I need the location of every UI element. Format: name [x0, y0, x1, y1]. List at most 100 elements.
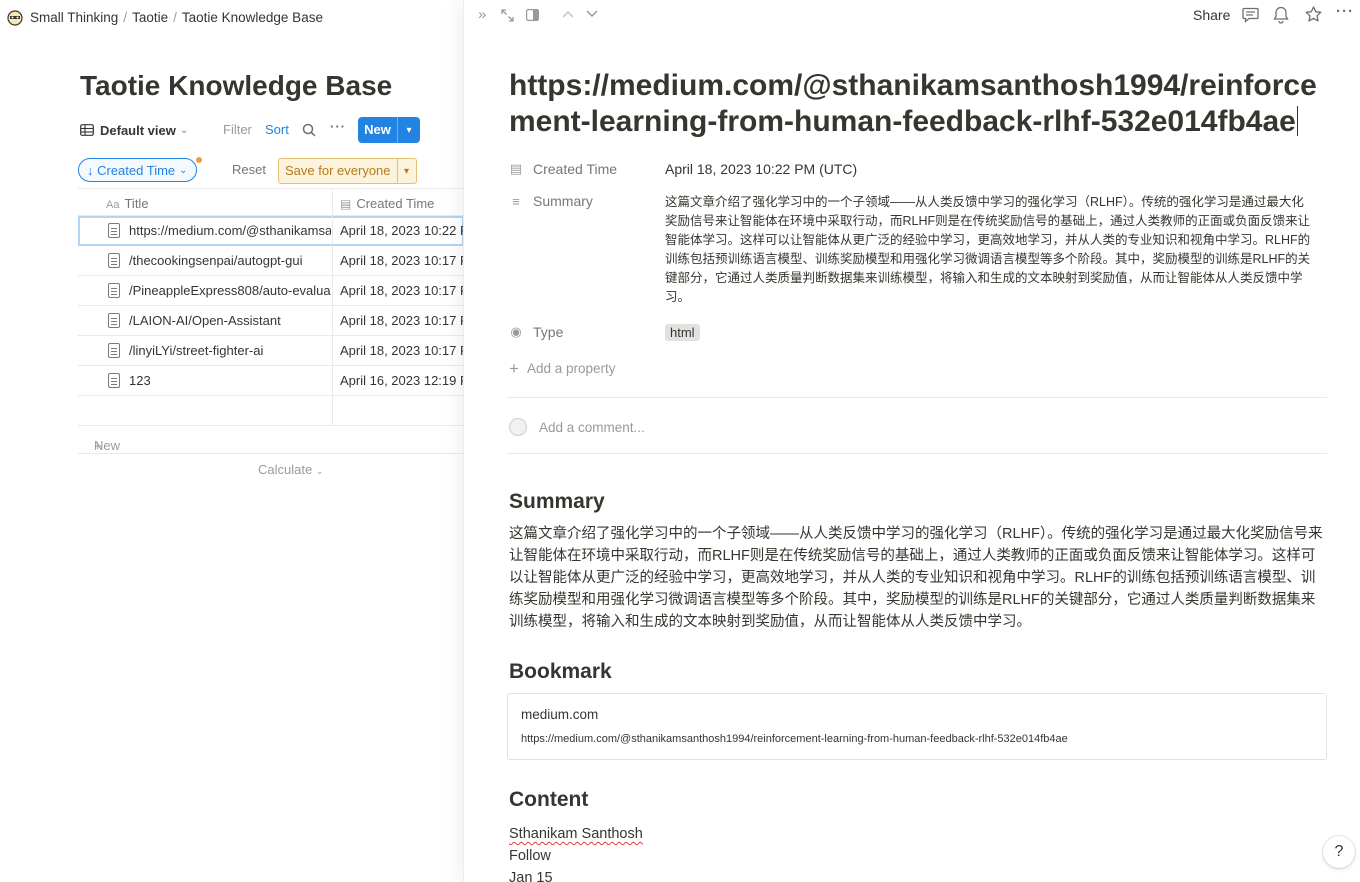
page-icon	[108, 313, 120, 328]
row-created-time[interactable]: April 18, 2023 10:17 PM	[340, 283, 479, 298]
chevron-down-icon[interactable]	[586, 10, 598, 18]
column-divider	[332, 276, 333, 305]
row-created-time[interactable]: April 18, 2023 10:17 PM	[340, 313, 479, 328]
breadcrumb-item-small-thinking[interactable]: Small Thinking	[28, 10, 120, 25]
more-options-icon[interactable]: ···	[1336, 3, 1354, 20]
summary-heading[interactable]: Summary	[509, 490, 605, 514]
property-label[interactable]: ▤ Created Time	[509, 161, 659, 177]
table-row[interactable]: /linyiLYi/street-fighter-ai April 18, 20…	[78, 336, 479, 366]
view-toolbar: Default view ⌄ Filter Sort ··· New ▾	[80, 116, 460, 144]
column-created-label: Created Time	[356, 196, 435, 211]
sort-button[interactable]: Sort	[265, 122, 289, 137]
chevron-up-icon[interactable]	[562, 10, 574, 18]
calendar-icon: ▤	[340, 197, 352, 211]
row-title[interactable]: 123	[129, 373, 331, 388]
breadcrumb-item-knowledge-base[interactable]: Taotie Knowledge Base	[180, 10, 325, 25]
chevron-down-icon: ⌄	[179, 164, 188, 176]
table-row[interactable]: /LAION-AI/Open-Assistant April 18, 2023 …	[78, 306, 479, 336]
table-row[interactable]: https://medium.com/@sthanikamsanthosh199…	[78, 216, 479, 246]
sort-chip-label: ↓ Created Time	[87, 162, 176, 178]
page-title[interactable]: https://medium.com/@sthanikamsanthosh199…	[509, 68, 1329, 140]
row-created-time[interactable]: April 18, 2023 10:17 PM	[340, 253, 479, 268]
table-row[interactable]: /thecookingsenpai/autogpt-gui April 18, …	[78, 246, 479, 276]
table-row[interactable]: /PineappleExpress808/auto-evaluator Apri…	[78, 276, 479, 306]
close-peek-icon[interactable]: »	[478, 6, 486, 23]
database-table: Aa Title ▤ Created Time https://medium.com…	[78, 188, 479, 454]
property-type[interactable]: ◉ Type html	[509, 324, 1329, 346]
column-header-created[interactable]: ▤ Created Time	[340, 196, 434, 211]
row-title[interactable]: /LAION-AI/Open-Assistant	[129, 313, 331, 328]
calculate-button[interactable]: Calculate ⌄	[258, 462, 323, 477]
table-row[interactable]: 123 April 16, 2023 12:19 PM	[78, 366, 479, 396]
view-tab-label: Default view	[100, 122, 176, 138]
chevron-down-icon: ⌄	[179, 124, 189, 136]
bookmark-card[interactable]: medium.com https://medium.com/@sthanikam…	[507, 693, 1327, 760]
row-created-time[interactable]: April 18, 2023 10:22 PM	[340, 223, 479, 238]
new-button[interactable]: New ▾	[358, 117, 420, 143]
property-summary[interactable]: ≡ Summary 这篇文章介绍了强化学习中的一个子领域——从人类反馈中学习的强…	[509, 193, 1329, 308]
bookmark-heading[interactable]: Bookmark	[509, 660, 612, 684]
row-title[interactable]: /linyiLYi/street-fighter-ai	[129, 343, 331, 358]
divider	[507, 397, 1327, 398]
row-title[interactable]: https://medium.com/@sthanikamsanthosh199…	[129, 223, 331, 238]
property-label[interactable]: ◉ Type	[509, 324, 659, 340]
expand-icon[interactable]	[501, 9, 514, 22]
property-type-value[interactable]: html	[665, 324, 1315, 341]
row-title[interactable]: /PineappleExpress808/auto-evaluator	[129, 283, 331, 298]
search-icon[interactable]	[302, 123, 316, 137]
reset-button[interactable]: Reset	[232, 162, 266, 177]
chevron-down-icon[interactable]: ▾	[398, 166, 416, 177]
add-property-button[interactable]: + Add a property	[509, 359, 616, 379]
share-button[interactable]: Share	[1193, 7, 1230, 23]
workspace-icon[interactable]	[6, 8, 24, 26]
more-options-icon[interactable]: ···	[330, 119, 346, 134]
page-title-text[interactable]: https://medium.com/@sthanikamsanthosh199…	[509, 69, 1317, 138]
comment-placeholder: Add a comment...	[539, 420, 645, 435]
property-created-label: Created Time	[533, 161, 618, 177]
column-divider	[332, 306, 333, 335]
comment-input[interactable]: Add a comment...	[509, 418, 645, 436]
breadcrumb-item-taotie[interactable]: Taotie	[130, 10, 170, 25]
column-title-label: Title	[124, 196, 149, 211]
new-button-label: New	[358, 117, 398, 143]
star-icon[interactable]	[1305, 6, 1322, 23]
new-row-label: New	[94, 438, 121, 453]
sort-chip-created-time[interactable]: ↓ Created Time ⌄	[78, 158, 197, 182]
database-title[interactable]: Taotie Knowledge Base	[80, 70, 392, 102]
chevron-down-icon: ⌄	[315, 466, 324, 476]
new-row-button[interactable]: + New	[78, 426, 464, 454]
row-created-time[interactable]: April 16, 2023 12:19 PM	[340, 373, 479, 388]
column-divider	[332, 246, 333, 275]
breadcrumb-separator: /	[123, 9, 128, 25]
column-divider	[332, 396, 333, 425]
filter-button[interactable]: Filter	[223, 122, 252, 137]
chevron-down-icon[interactable]: ▾	[398, 125, 420, 136]
save-for-everyone-button[interactable]: Save for everyone ▾	[278, 158, 417, 184]
page-icon	[108, 253, 120, 268]
breadcrumb-separator: /	[173, 9, 177, 25]
property-created-time[interactable]: ▤ Created Time April 18, 2023 10:22 PM (…	[509, 161, 1329, 183]
comment-icon[interactable]	[1242, 7, 1259, 23]
content-date[interactable]: Jan 15	[509, 867, 643, 882]
divider	[507, 453, 1327, 454]
column-header-title[interactable]: Aa Title	[106, 196, 149, 211]
content-follow[interactable]: Follow	[509, 845, 643, 867]
row-created-time[interactable]: April 18, 2023 10:17 PM	[340, 343, 479, 358]
view-tab-default[interactable]: Default view ⌄	[80, 123, 188, 138]
summary-paragraph[interactable]: 这篇文章介绍了强化学习中的一个子领域——从人类反馈中学习的强化学习（RLHF）。…	[509, 523, 1325, 633]
side-peek-icon[interactable]	[526, 9, 539, 21]
avatar	[509, 418, 527, 436]
select-icon: ◉	[510, 324, 522, 339]
property-label[interactable]: ≡ Summary	[509, 193, 659, 209]
table-header: Aa Title ▤ Created Time	[78, 188, 464, 216]
content-body[interactable]: Sthanikam Santhosh Follow Jan 15	[509, 823, 643, 882]
content-author[interactable]: Sthanikam Santhosh	[509, 823, 643, 845]
unsaved-indicator	[196, 157, 202, 163]
column-divider	[332, 216, 333, 245]
help-button[interactable]: ?	[1323, 836, 1355, 868]
column-divider	[332, 189, 333, 215]
row-title[interactable]: /thecookingsenpai/autogpt-gui	[129, 253, 331, 268]
bell-icon[interactable]	[1273, 6, 1289, 24]
property-summary-value[interactable]: 这篇文章介绍了强化学习中的一个子领域——从人类反馈中学习的强化学习（RLHF）。…	[665, 193, 1315, 307]
content-heading[interactable]: Content	[509, 788, 588, 812]
